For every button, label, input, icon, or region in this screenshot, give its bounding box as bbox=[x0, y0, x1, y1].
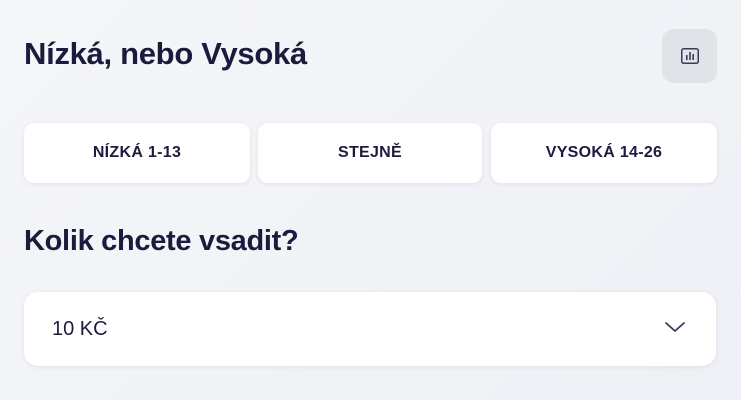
chevron-down-icon bbox=[664, 320, 686, 339]
page-title: Nízká, nebo Vysoká bbox=[24, 36, 307, 71]
option-low-button[interactable]: NÍZKÁ 1-13 bbox=[24, 123, 250, 183]
option-equal-button[interactable]: STEJNĚ bbox=[258, 123, 482, 183]
stake-dropdown[interactable]: 10 KČ bbox=[24, 292, 716, 366]
stake-selected-value: 10 KČ bbox=[52, 318, 108, 340]
bet-panel: Nízká, nebo Vysoká NÍZKÁ 1-13 STEJNĚ VYS… bbox=[0, 0, 741, 400]
statistics-button[interactable] bbox=[662, 29, 717, 83]
stake-question: Kolik chcete vsadit? bbox=[24, 225, 299, 257]
option-high-button[interactable]: VYSOKÁ 14-26 bbox=[491, 123, 717, 183]
bar-chart-icon bbox=[680, 48, 699, 64]
